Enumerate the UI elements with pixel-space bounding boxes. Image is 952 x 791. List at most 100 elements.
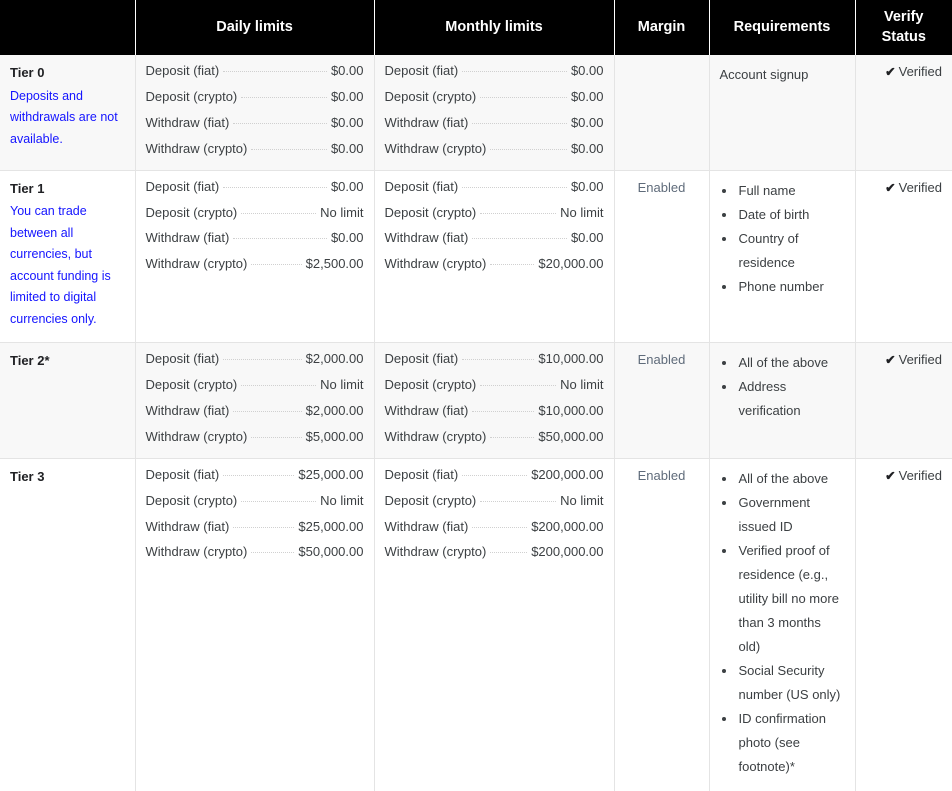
limit-value: $0.00: [570, 140, 604, 156]
tier-name: Tier 3: [10, 468, 45, 484]
limit-row: Deposit (fiat) $200,000.00: [385, 467, 604, 484]
limit-row: Withdraw (crypto) $0.00: [146, 141, 364, 158]
requirements-cell: All of the aboveAddress verification: [709, 342, 856, 459]
requirement-item: Address verification: [737, 375, 845, 423]
limit-value: $0.00: [330, 114, 364, 130]
limit-label: Deposit (fiat): [145, 466, 220, 482]
monthly-limits-cell: Deposit (fiat) $0.00 Deposit (crypto) $0.00…: [374, 55, 615, 171]
leader-dots: [472, 410, 535, 412]
leader-dots: [480, 385, 557, 387]
leader-dots: [490, 552, 528, 554]
limit-row: Withdraw (crypto) $50,000.00: [385, 429, 604, 446]
limit-value: $20,000.00: [538, 256, 604, 272]
limit-row: Withdraw (fiat) $10,000.00: [385, 403, 604, 420]
margin-status: Enabled: [637, 352, 686, 368]
tier-cell: Tier 1 You can trade between all currenci…: [0, 169, 136, 343]
limit-label: Deposit (fiat): [384, 178, 459, 194]
daily-limits-cell: Deposit (fiat) $2,000.00 Deposit (crypto) N…: [135, 342, 375, 459]
status-badge: ✔ Verified: [866, 351, 942, 370]
table-row: Tier 2* Deposit (fiat) $2,000.00 Deposit (c…: [0, 342, 952, 459]
check-icon: ✔: [885, 180, 896, 195]
limit-row: Withdraw (fiat) $0.00: [385, 230, 604, 247]
limit-row: Deposit (crypto) $0.00: [385, 89, 604, 106]
requirement-item: Verified proof of residence (e.g., utili…: [737, 539, 845, 659]
table-header: Daily limits Monthly limits Margin Requi…: [0, 0, 952, 56]
leader-dots: [462, 71, 567, 73]
limit-label: Deposit (crypto): [384, 377, 477, 393]
leader-dots: [490, 436, 535, 438]
limit-label: Deposit (fiat): [145, 63, 220, 79]
check-icon: ✔: [885, 353, 896, 368]
limit-value: $2,000.00: [305, 351, 364, 367]
limit-value: $5,000.00: [305, 428, 364, 444]
verify-status-label: Verified: [898, 179, 942, 195]
limit-label: Deposit (crypto): [145, 89, 238, 105]
limit-label: Withdraw (crypto): [384, 428, 487, 444]
verify-status-cell: ✔ Verified: [855, 55, 952, 171]
margin-cell: Enabled: [614, 342, 710, 459]
limit-row: Deposit (crypto) $0.00: [146, 89, 364, 106]
requirement-item: Phone number: [737, 275, 845, 299]
limit-row: Withdraw (fiat) $0.00: [146, 115, 364, 132]
leader-dots: [241, 212, 317, 214]
verify-status-label: Verified: [898, 64, 942, 80]
tier-cell: Tier 0 Deposits and withdrawals are not a…: [0, 55, 136, 171]
tier-description[interactable]: Deposits and withdrawals are not availab…: [10, 86, 125, 151]
leader-dots: [233, 238, 327, 240]
monthly-limits-cell: Deposit (fiat) $200,000.00 Deposit (crypto…: [374, 457, 615, 791]
tier-description[interactable]: You can trade between all currencies, bu…: [10, 201, 125, 330]
limit-value: $0.00: [570, 230, 604, 246]
leader-dots: [223, 186, 327, 188]
limit-value: $0.00: [330, 230, 364, 246]
limit-value: $2,500.00: [305, 256, 364, 272]
leader-dots: [472, 238, 567, 240]
limit-value: $200,000.00: [531, 466, 604, 482]
limit-label: Withdraw (crypto): [145, 428, 248, 444]
verify-status-label: Verified: [898, 352, 942, 368]
limit-label: Deposit (crypto): [384, 492, 477, 508]
limit-value: No limit: [320, 377, 364, 393]
requirement-text: Account signup: [719, 67, 809, 83]
requirements-cell: Full nameDate of birthCountry of residen…: [709, 169, 856, 343]
margin-status: Enabled: [637, 467, 686, 483]
tier-name: Tier 0: [10, 65, 45, 81]
tier-name: Tier 1: [10, 180, 45, 196]
requirement-item: Country of residence: [737, 227, 845, 275]
limit-value: No limit: [560, 492, 604, 508]
limit-label: Withdraw (fiat): [384, 518, 469, 534]
limit-value: $25,000.00: [298, 466, 364, 482]
limit-label: Deposit (fiat): [384, 351, 459, 367]
limit-label: Deposit (crypto): [384, 89, 477, 105]
limit-row: Deposit (fiat) $0.00: [385, 63, 604, 80]
limit-value: $0.00: [570, 114, 604, 130]
leader-dots: [223, 71, 327, 73]
limit-row: Withdraw (crypto) $50,000.00: [146, 544, 364, 561]
tier-name: Tier 2*: [10, 353, 50, 369]
limit-row: Withdraw (fiat) $25,000.00: [146, 519, 364, 536]
tier-limits-table: Daily limits Monthly limits Margin Requi…: [0, 0, 952, 791]
leader-dots: [462, 474, 528, 476]
header-verify-status: Verify Status: [855, 0, 952, 56]
verify-status-cell: ✔ Verified: [855, 169, 952, 343]
leader-dots: [490, 148, 567, 150]
limit-row: Deposit (fiat) $0.00: [385, 179, 604, 196]
daily-limits-cell: Deposit (fiat) $0.00 Deposit (crypto) $0.00…: [135, 55, 375, 171]
limit-value: $2,000.00: [305, 402, 364, 418]
header-monthly-limits: Monthly limits: [374, 0, 615, 56]
daily-limits-list: Deposit (fiat) $25,000.00 Deposit (crypto)…: [146, 467, 364, 562]
daily-limits-cell: Deposit (fiat) $25,000.00 Deposit (crypto)…: [135, 457, 375, 791]
limit-value: $25,000.00: [298, 518, 364, 534]
leader-dots: [251, 148, 327, 150]
limit-label: Deposit (crypto): [145, 377, 238, 393]
limit-value: $200,000.00: [531, 518, 604, 534]
status-badge: ✔ Verified: [866, 63, 942, 82]
margin-status: Enabled: [637, 179, 686, 195]
limit-label: Withdraw (fiat): [145, 114, 230, 130]
requirement-item: All of the above: [737, 467, 845, 491]
leader-dots: [241, 385, 317, 387]
daily-limits-list: Deposit (fiat) $0.00 Deposit (crypto) $0.00…: [146, 63, 364, 158]
limit-label: Withdraw (crypto): [145, 544, 248, 560]
margin-cell: Enabled: [614, 457, 710, 791]
leader-dots: [490, 264, 535, 266]
header-tier: [0, 0, 136, 56]
